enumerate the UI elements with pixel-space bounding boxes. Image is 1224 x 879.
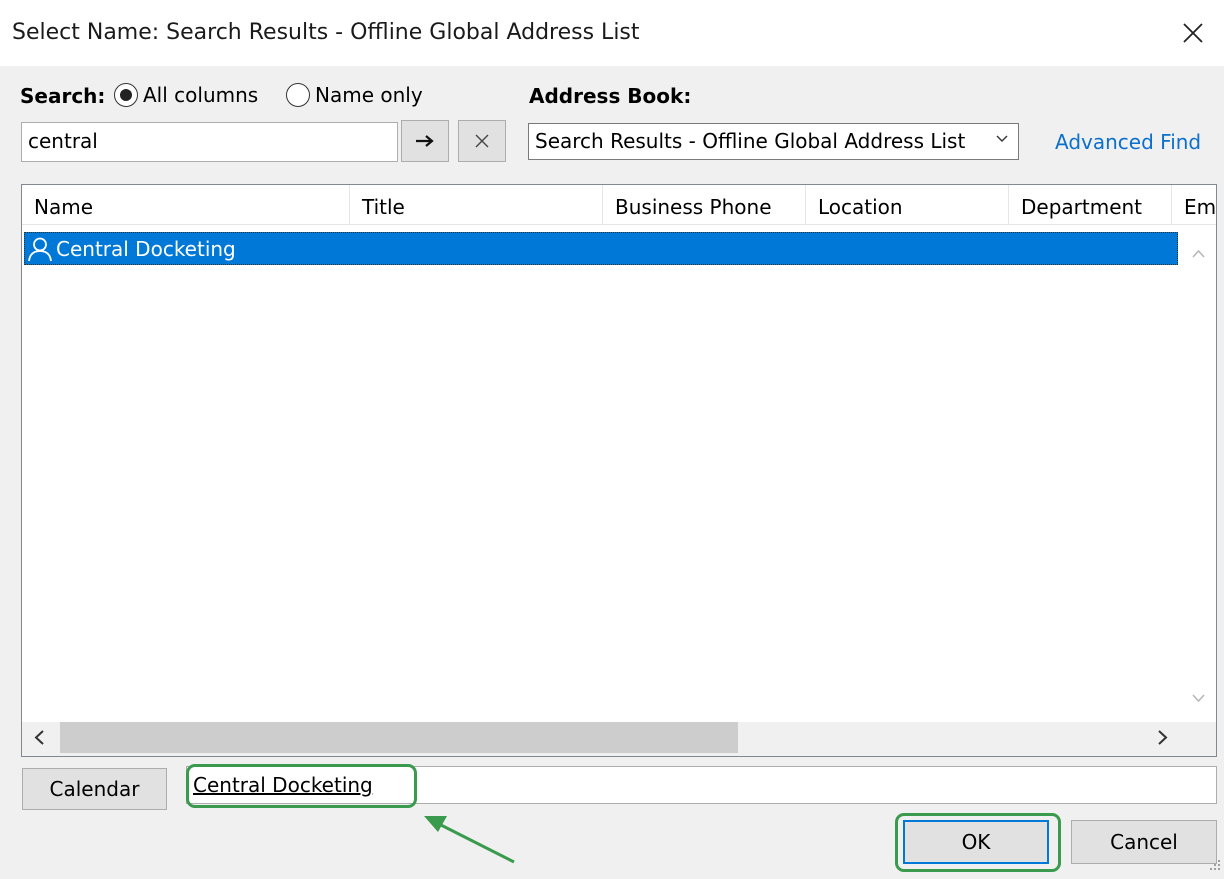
search-label: Search: <box>20 84 106 108</box>
calendar-button[interactable]: Calendar <box>22 768 167 810</box>
chevron-down-icon <box>996 135 1008 142</box>
list-item[interactable]: Central Docketing <box>24 232 1178 265</box>
column-header-email[interactable]: Em <box>1172 185 1216 224</box>
column-header-business-phone[interactable]: Business Phone <box>603 185 806 224</box>
scroll-up-icon[interactable] <box>1181 240 1216 270</box>
selected-names-field[interactable]: Central Docketing <box>186 766 1217 804</box>
cancel-button[interactable]: Cancel <box>1071 820 1217 864</box>
column-header-name[interactable]: Name <box>22 185 350 224</box>
horizontal-scrollbar[interactable] <box>22 722 1216 756</box>
ok-button[interactable]: OK <box>903 820 1049 864</box>
selected-name-entry[interactable]: Central Docketing <box>193 773 373 797</box>
list-header: Name Title Business Phone Location Depar… <box>22 185 1216 225</box>
arrow-right-icon <box>416 135 434 147</box>
radio-name-only-label: Name only <box>315 83 423 107</box>
column-header-location[interactable]: Location <box>806 185 1009 224</box>
search-input[interactable]: central <box>21 122 398 162</box>
radio-all-columns-label: All columns <box>143 83 259 107</box>
clear-icon <box>475 134 489 148</box>
address-book-value: Search Results - Offline Global Address … <box>535 129 966 153</box>
results-list[interactable]: Name Title Business Phone Location Depar… <box>21 184 1217 757</box>
column-header-title[interactable]: Title <box>350 185 603 224</box>
list-item-name: Central Docketing <box>56 236 236 261</box>
radio-selected-icon <box>114 83 138 107</box>
window-title: Select Name: Search Results - Offline Gl… <box>12 20 640 45</box>
contact-icon <box>28 237 52 261</box>
radio-unselected-icon <box>286 83 310 107</box>
address-book-dropdown[interactable]: Search Results - Offline Global Address … <box>528 123 1019 160</box>
resize-grip-icon[interactable] <box>1204 858 1222 876</box>
radio-all-columns[interactable]: All columns <box>114 83 258 107</box>
horizontal-scroll-thumb[interactable] <box>60 722 738 753</box>
scroll-right-icon[interactable] <box>1144 722 1180 753</box>
scroll-left-icon[interactable] <box>22 722 58 753</box>
radio-name-only[interactable]: Name only <box>286 83 423 107</box>
advanced-find-link[interactable]: Advanced Find <box>1055 130 1201 154</box>
address-book-label: Address Book: <box>529 84 692 108</box>
vertical-scrollbar[interactable] <box>1181 232 1216 722</box>
search-go-button[interactable] <box>401 120 449 162</box>
close-icon[interactable] <box>1170 10 1216 56</box>
title-bar: Select Name: Search Results - Offline Gl… <box>0 0 1224 66</box>
column-header-department[interactable]: Department <box>1009 185 1172 224</box>
scroll-down-icon[interactable] <box>1181 684 1216 714</box>
search-clear-button[interactable] <box>458 120 506 162</box>
